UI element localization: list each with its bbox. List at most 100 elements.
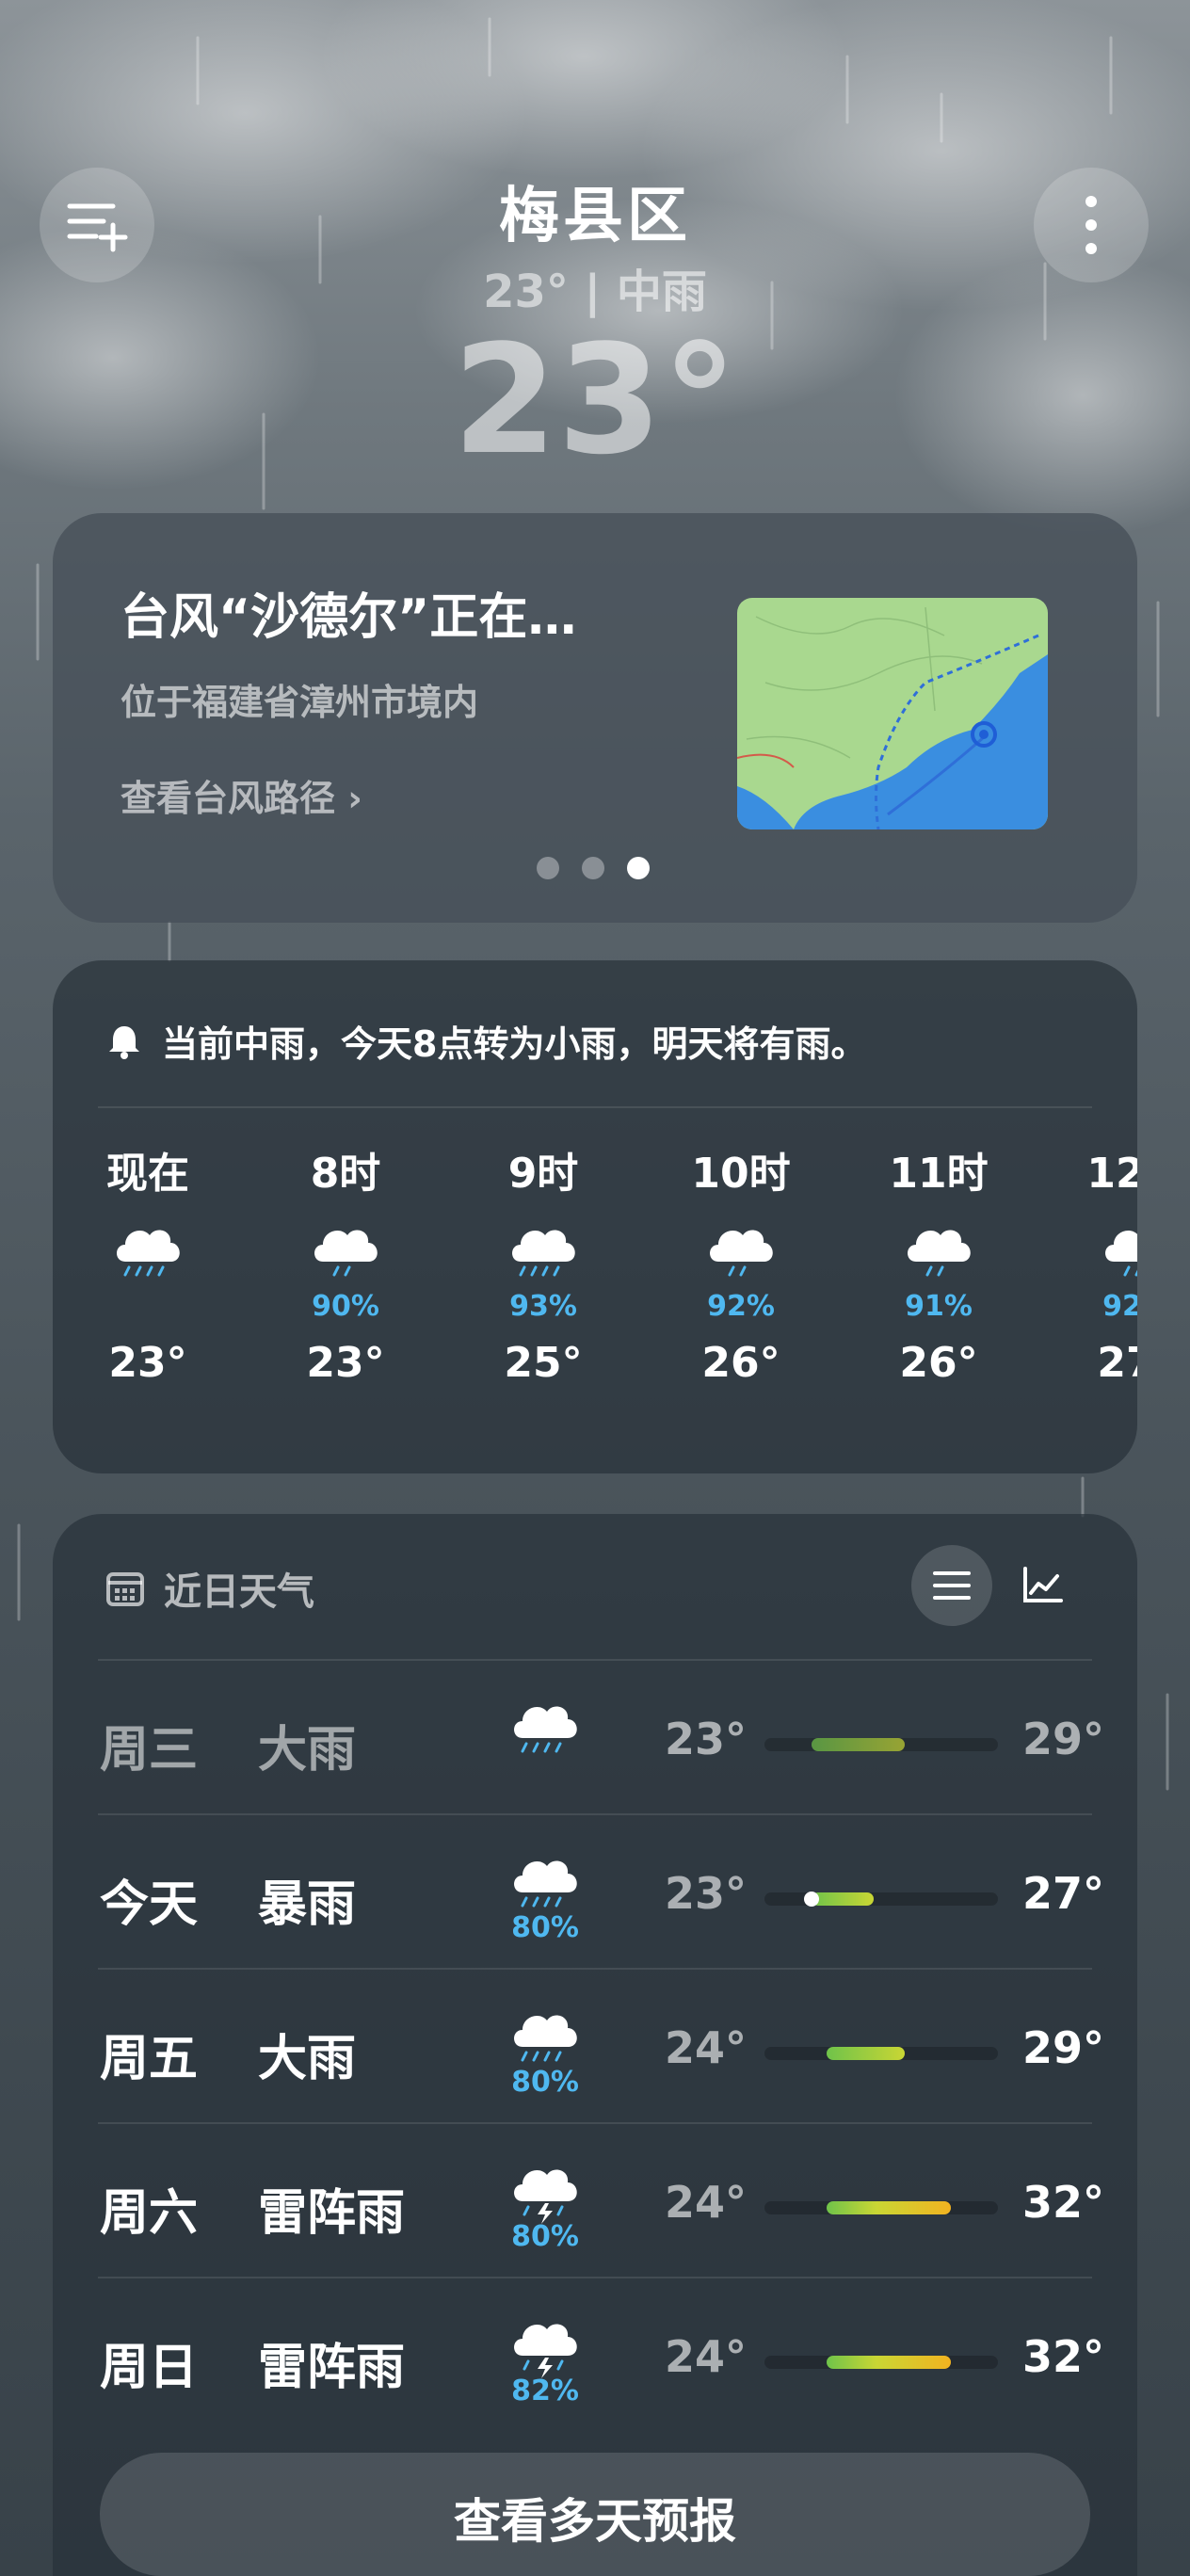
- light-rain-cloud-icon: [1105, 1231, 1137, 1277]
- day-condition: 暴雨: [258, 1876, 357, 1933]
- daily-row[interactable]: 周日 雷阵雨 82% 24° 32°: [53, 2278, 1137, 2433]
- day-high-temp: 29°: [1022, 2022, 1105, 2073]
- hour-time: 现在: [106, 1150, 189, 1198]
- typhoon-title: 台风“沙德尔”正在…: [121, 589, 577, 646]
- heavy-rain-cloud-icon: [514, 1706, 577, 1753]
- pagination-dots: [537, 857, 650, 879]
- day-low-temp: 24°: [665, 2331, 748, 2382]
- hourly-forecast-card: 当前中雨，今天8点转为小雨，明天将有雨。 现在 23° 8时 90% 23° 9时 93% 2…: [53, 960, 1137, 1473]
- hour-time: 10时: [691, 1150, 791, 1198]
- thunderstorm-cloud-icon: [514, 2169, 577, 2224]
- light-rain-cloud-icon: [908, 1230, 971, 1277]
- hour-precip-prob: 92%: [1102, 1290, 1137, 1323]
- day-precip-prob: 82%: [511, 2375, 579, 2407]
- temp-range-track: [764, 2201, 998, 2214]
- daily-forecast-card: 近日天气 周三 大雨 23° 29° 今天 暴雨 80% 23° 27° 周五 大雨 80% 24° 29…: [53, 1514, 1137, 2576]
- line-chart-icon: [1023, 1567, 1063, 1602]
- temp-range-bar: [827, 2047, 905, 2060]
- day-low-temp: 24°: [665, 2177, 748, 2228]
- typhoon-map-thumbnail[interactable]: [737, 598, 1048, 829]
- day-condition: 雷阵雨: [258, 2185, 406, 2242]
- temp-range-bar: [827, 2356, 952, 2369]
- page-dot-active[interactable]: [627, 857, 650, 879]
- daily-title-text: 近日天气: [164, 1570, 314, 1614]
- hour-precip-prob: 90%: [312, 1290, 379, 1323]
- hour-temp: 25°: [504, 1339, 583, 1387]
- day-condition: 大雨: [258, 1722, 357, 1779]
- hour-temp: 23°: [306, 1339, 385, 1387]
- list-icon: [933, 1571, 971, 1600]
- day-name: 周六: [100, 2185, 199, 2242]
- day-name: 周三: [100, 1722, 199, 1779]
- hourly-item: 9时 93% 25°: [487, 1139, 600, 1387]
- heavy-rain-cloud-icon: [514, 2015, 577, 2062]
- hour-time: 8时: [310, 1150, 381, 1198]
- temp-range-bar: [827, 2201, 952, 2214]
- rainstorm-cloud-icon: [514, 1860, 577, 1908]
- hour-temp: 26°: [701, 1339, 780, 1387]
- day-low-temp: 24°: [665, 2022, 748, 2073]
- daily-section-title: 近日天气: [105, 1561, 314, 1616]
- current-temperature: 23°: [452, 312, 738, 488]
- day-high-temp: 32°: [1022, 2331, 1105, 2382]
- page-dot[interactable]: [537, 857, 559, 879]
- alert-text: 当前中雨，今天8点转为小雨，明天将有雨。: [162, 1023, 867, 1065]
- typhoon-track-link[interactable]: 查看台风路径 ›: [121, 769, 362, 821]
- day-precip-prob: 80%: [511, 1911, 579, 1944]
- hourly-item: 10时 92% 26°: [684, 1139, 797, 1387]
- day-low-temp: 23°: [665, 1714, 748, 1764]
- day-high-temp: 27°: [1022, 1868, 1105, 1919]
- thunderstorm-cloud-icon: [514, 2324, 577, 2378]
- rain-cloud-icon: [117, 1230, 180, 1277]
- typhoon-description: 位于福建省漳州市境内: [121, 682, 479, 723]
- day-name: 今天: [100, 1876, 199, 1933]
- day-precip-prob: 80%: [511, 2066, 579, 2099]
- daily-row[interactable]: 周三 大雨 23° 29°: [53, 1661, 1137, 1815]
- daily-row[interactable]: 周五 大雨 80% 24° 29°: [53, 1970, 1137, 2124]
- day-high-temp: 32°: [1022, 2177, 1105, 2228]
- hourly-item: 11时 91% 26°: [882, 1139, 995, 1387]
- daily-row[interactable]: 今天 暴雨 80% 23° 27°: [53, 1815, 1137, 1970]
- divider: [98, 1106, 1092, 1108]
- weather-alert: 当前中雨，今天8点转为小雨，明天将有雨。: [105, 1015, 866, 1067]
- hour-temp: 26°: [899, 1339, 978, 1387]
- day-high-temp: 29°: [1022, 1714, 1105, 1764]
- more-days-button[interactable]: 查看多天预报: [100, 2453, 1090, 2576]
- hour-precip-prob: [91, 1290, 204, 1328]
- hour-precip-prob: 92%: [707, 1290, 775, 1323]
- light-rain-cloud-icon: [710, 1230, 773, 1277]
- temp-range-track: [764, 1738, 998, 1751]
- day-precip-prob: 80%: [511, 2220, 579, 2253]
- daily-row[interactable]: 周六 雷阵雨 80% 24° 32°: [53, 2124, 1137, 2278]
- current-summary: 23° | 中雨: [483, 266, 707, 318]
- light-rain-cloud-icon: [314, 1230, 378, 1277]
- day-condition: 雷阵雨: [258, 2340, 406, 2396]
- typhoon-card[interactable]: 台风“沙德尔”正在… 位于福建省漳州市境内 查看台风路径 ›: [53, 513, 1137, 923]
- hour-temp: 27°: [1097, 1339, 1137, 1387]
- hour-precip-prob: 93%: [509, 1290, 577, 1323]
- chart-view-button[interactable]: [1013, 1556, 1071, 1615]
- day-name: 周日: [100, 2340, 199, 2396]
- list-view-button[interactable]: [911, 1545, 992, 1626]
- hourly-item: 12时 92% 27°: [1080, 1139, 1137, 1387]
- calendar-icon: [106, 1572, 144, 1606]
- day-low-temp: 23°: [665, 1868, 748, 1919]
- day-name: 周五: [100, 2031, 199, 2087]
- hour-temp: 23°: [108, 1339, 187, 1387]
- temp-range-bar: [811, 1738, 905, 1751]
- hour-time: 12时: [1086, 1150, 1137, 1198]
- page-dot[interactable]: [582, 857, 604, 879]
- bell-icon: [109, 1025, 139, 1059]
- temp-range-bar: [811, 1892, 874, 1906]
- city-name: 梅县区: [499, 182, 691, 251]
- hour-time: 11时: [889, 1150, 989, 1198]
- hour-time: 9时: [507, 1150, 579, 1198]
- temp-range-track: [764, 2356, 998, 2369]
- hourly-strip[interactable]: 现在 23° 8时 90% 23° 9时 93% 25° 10时 92% 26° 11时 91% 26° 1…: [53, 1139, 1137, 1450]
- current-temp-marker: [803, 1892, 819, 1907]
- temp-range-track: [764, 2047, 998, 2060]
- day-condition: 大雨: [258, 2031, 357, 2087]
- hourly-item: 8时 90% 23°: [289, 1139, 402, 1387]
- rain-cloud-icon: [512, 1230, 575, 1277]
- hour-precip-prob: 91%: [905, 1290, 973, 1323]
